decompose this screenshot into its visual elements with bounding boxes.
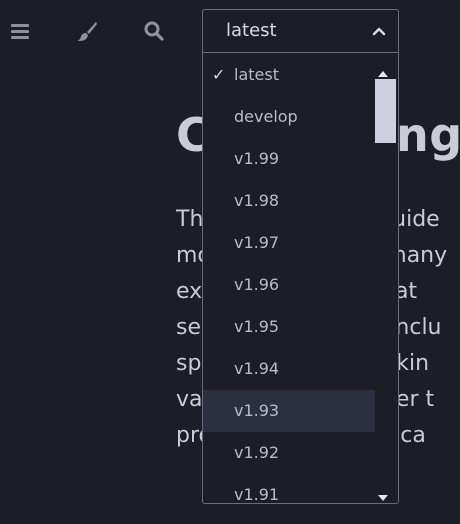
chevron-up-icon (372, 23, 386, 42)
version-option-label: v1.97 (234, 233, 280, 252)
version-select[interactable]: latest (202, 9, 399, 53)
scrollbar-thumb[interactable] (375, 79, 396, 143)
version-option[interactable]: ✓ latest (203, 54, 375, 96)
heading-end: ng (396, 108, 460, 162)
brush-icon[interactable] (76, 20, 98, 42)
search-icon[interactable] (143, 20, 165, 42)
version-dropdown-list: ✓ latest develop v1.99 v1.98 v1.97 v1.96 v1.95 v… (202, 53, 399, 504)
version-option-label: v1.92 (234, 443, 280, 462)
version-option-label: v1.93 (234, 401, 280, 420)
version-option[interactable]: v1.95 (203, 306, 375, 348)
version-option-label: v1.91 (234, 485, 280, 504)
page: C ng Th n guidemo e manyex whatse o incl… (0, 0, 460, 524)
version-option[interactable]: v1.93 (203, 390, 375, 432)
version-option-label: v1.98 (234, 191, 280, 210)
version-option[interactable]: v1.91 (203, 474, 375, 504)
scroll-down-arrow-icon[interactable] (377, 487, 389, 501)
version-option[interactable]: v1.92 (203, 432, 375, 474)
version-option[interactable]: v1.96 (203, 264, 375, 306)
version-option-label: v1.96 (234, 275, 280, 294)
scroll-up-arrow-icon[interactable] (377, 63, 389, 77)
version-option-label: v1.94 (234, 359, 280, 378)
version-option[interactable]: v1.94 (203, 348, 375, 390)
version-option[interactable]: v1.98 (203, 180, 375, 222)
version-option[interactable]: develop (203, 96, 375, 138)
version-option-label: develop (234, 107, 298, 126)
version-select-value: latest (226, 20, 277, 41)
version-option-label: v1.99 (234, 149, 280, 168)
version-option-label: v1.95 (234, 317, 280, 336)
menu-icon[interactable] (9, 20, 31, 42)
version-option[interactable]: v1.97 (203, 222, 375, 264)
version-option-label: latest (234, 65, 279, 84)
version-option[interactable]: v1.99 (203, 138, 375, 180)
checkmark-icon: ✓ (212, 65, 226, 84)
